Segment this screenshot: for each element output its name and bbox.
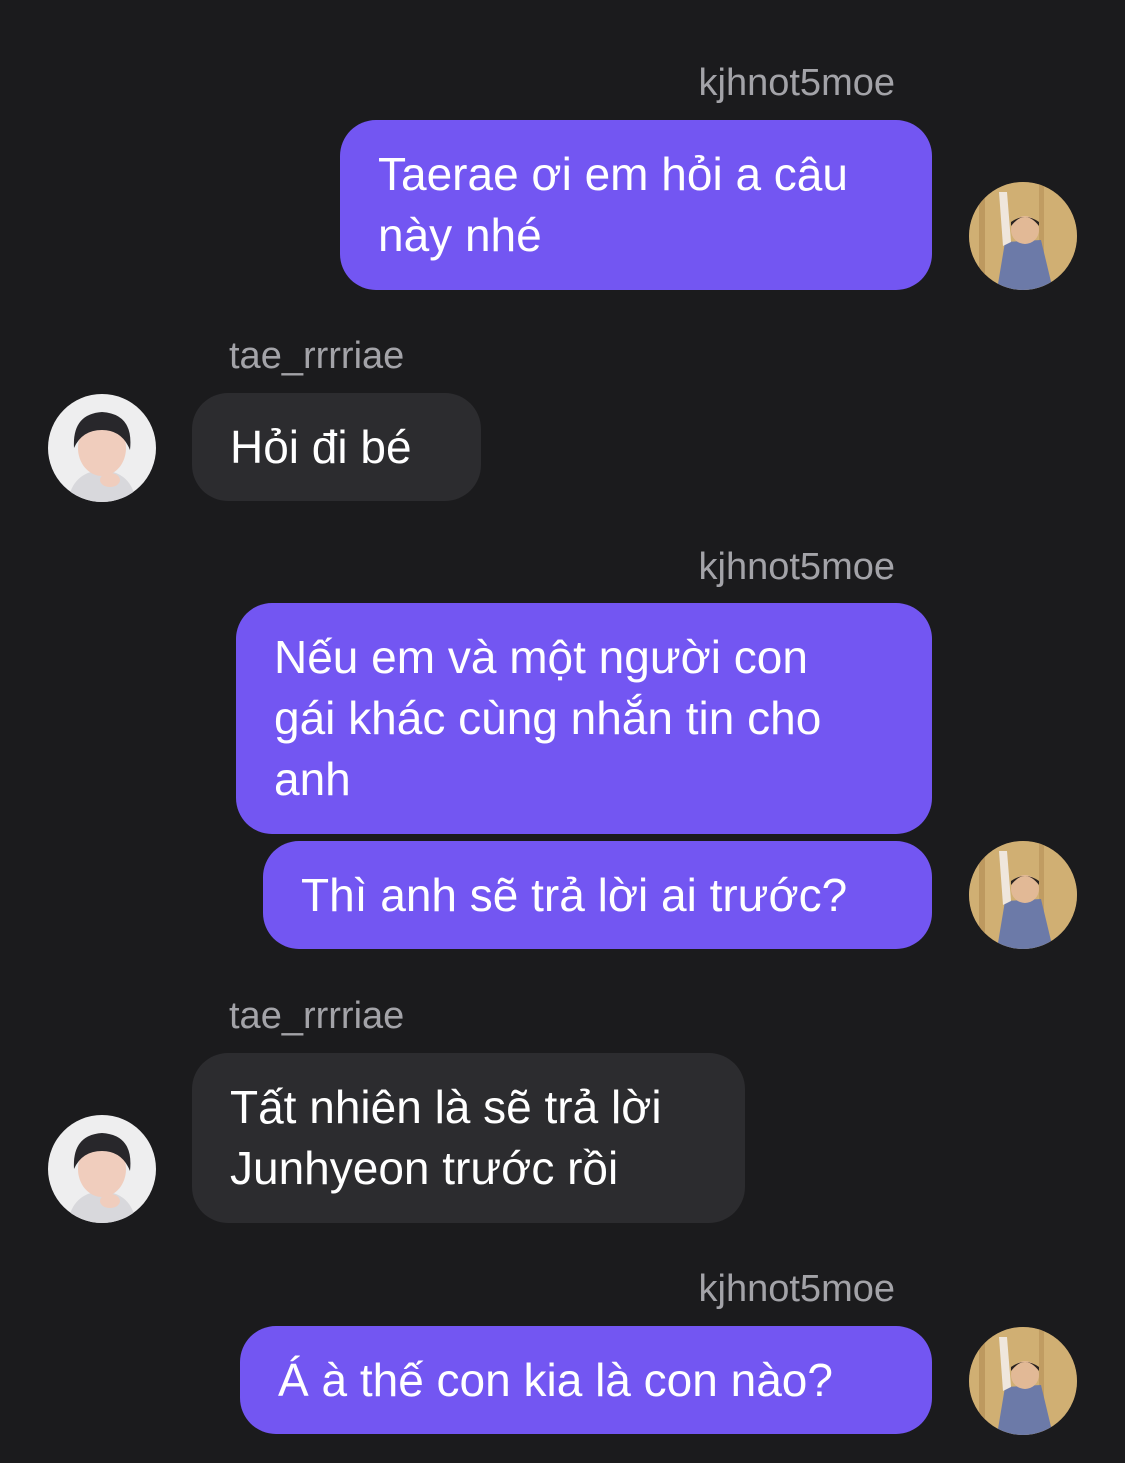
- sender-username[interactable]: tae_rrrriae: [229, 994, 404, 1038]
- sender-username[interactable]: tae_rrrriae: [229, 334, 404, 378]
- avatar-photo-icon: [969, 182, 1077, 290]
- message-bubble-outgoing[interactable]: Nếu em và một người con gái khác cùng nh…: [236, 603, 932, 834]
- message-text: Taerae ơi em hỏi a câu: [378, 148, 848, 200]
- message-text: này nhé: [378, 209, 542, 261]
- avatar-photo-icon: [48, 394, 156, 502]
- message-text: Thì anh sẽ trả lời ai trước?: [301, 868, 848, 921]
- sender-username[interactable]: kjhnot5moe: [699, 61, 895, 105]
- their-avatar[interactable]: [48, 1115, 156, 1223]
- message-text: gái khác cùng nhắn tin cho: [274, 692, 822, 744]
- my-avatar[interactable]: [969, 1327, 1077, 1435]
- message-bubble-outgoing[interactable]: Taerae ơi em hỏi a câu này nhé: [340, 120, 932, 290]
- their-avatar[interactable]: [48, 394, 156, 502]
- message-bubble-outgoing[interactable]: Thì anh sẽ trả lời ai trước?: [263, 841, 932, 949]
- sender-username[interactable]: kjhnot5moe: [699, 1267, 895, 1311]
- message-text: Tất nhiên là sẽ trả lời: [230, 1081, 662, 1133]
- message-text: Nếu em và một người con: [274, 631, 808, 683]
- my-avatar[interactable]: [969, 182, 1077, 290]
- avatar-photo-icon: [969, 841, 1077, 949]
- avatar-photo-icon: [48, 1115, 156, 1223]
- message-text: Á à thế con kia là con nào?: [278, 1353, 833, 1406]
- message-bubble-outgoing[interactable]: Á à thế con kia là con nào?: [240, 1326, 932, 1434]
- sender-username[interactable]: kjhnot5moe: [699, 545, 895, 589]
- message-bubble-incoming[interactable]: Tất nhiên là sẽ trả lời Junhyeon trước r…: [192, 1053, 745, 1223]
- message-text: Hỏi đi bé: [230, 420, 412, 473]
- message-text: Junhyeon trước rồi: [230, 1142, 619, 1194]
- message-bubble-incoming[interactable]: Hỏi đi bé: [192, 393, 481, 501]
- avatar-photo-icon: [969, 1327, 1077, 1435]
- my-avatar[interactable]: [969, 841, 1077, 949]
- message-text: anh: [274, 753, 351, 805]
